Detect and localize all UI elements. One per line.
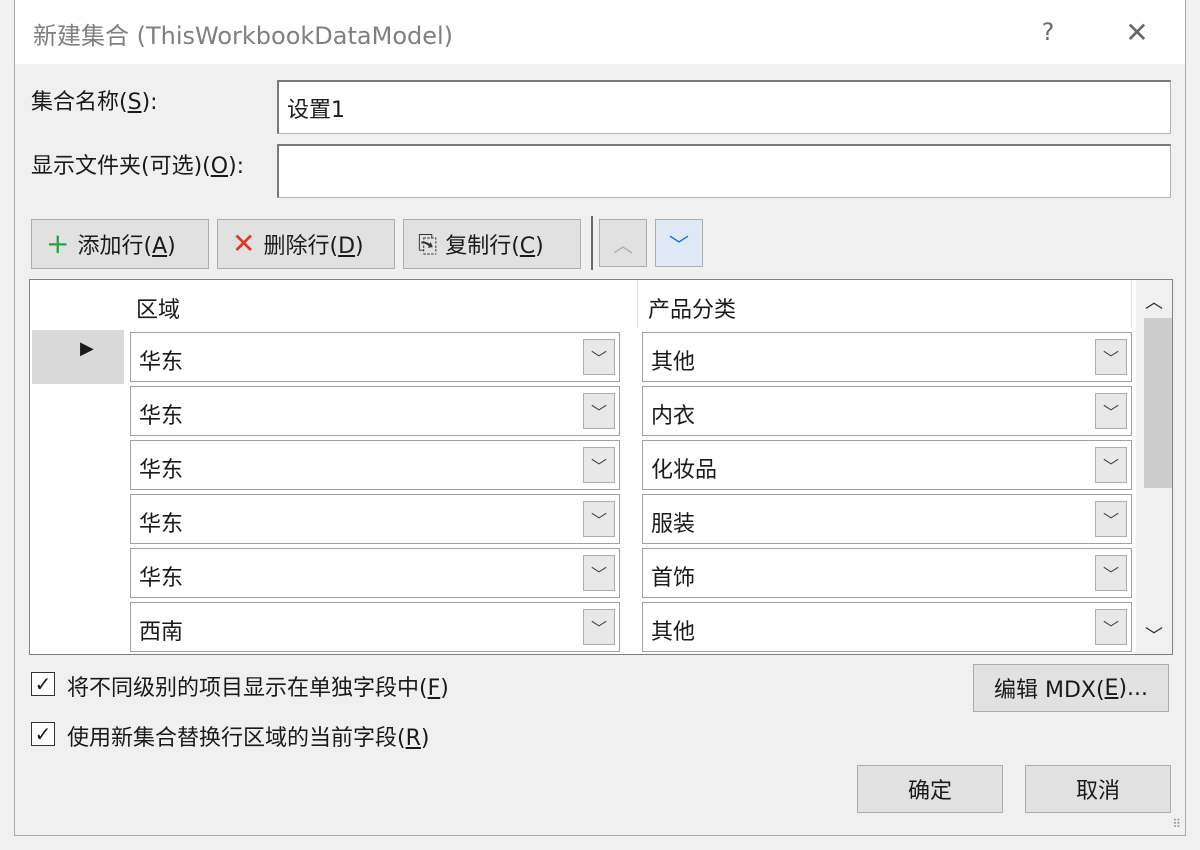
- chevron-down-icon[interactable]: ﹀: [1095, 555, 1127, 591]
- separate-levels-checkbox[interactable]: ✓: [31, 672, 55, 696]
- separate-levels-label[interactable]: 将不同级别的项目显示在单独字段中(F): [67, 670, 449, 702]
- scroll-up-icon[interactable]: ︿: [1136, 284, 1172, 318]
- resize-grip-icon[interactable]: ⠿: [1172, 817, 1181, 831]
- region-value: 华东: [139, 458, 184, 483]
- region-select[interactable]: 华东 ﹀: [130, 332, 620, 382]
- region-value: 华东: [139, 566, 184, 591]
- help-button[interactable]: ?: [1015, 0, 1081, 64]
- move-down-button[interactable]: ﹀: [655, 219, 703, 267]
- chevron-down-icon: ﹀: [669, 232, 689, 257]
- delete-row-label: 删除行(D): [263, 234, 364, 259]
- display-folder-label: 显示文件夹(可选)(O):: [31, 154, 245, 179]
- chevron-down-icon[interactable]: ﹀: [1095, 501, 1127, 537]
- category-select[interactable]: 其他 ﹀: [642, 602, 1132, 652]
- column-header-region: 区域: [126, 280, 638, 328]
- x-icon: ✕: [232, 227, 256, 260]
- vertical-scrollbar[interactable]: ︿ ﹀: [1136, 280, 1172, 654]
- category-select[interactable]: 化妆品 ﹀: [642, 440, 1132, 490]
- ok-button[interactable]: 确定: [857, 765, 1003, 813]
- category-value: 化妆品: [651, 458, 718, 483]
- region-value: 西南: [139, 620, 184, 645]
- window-title: 新建集合 (ThisWorkbookDataModel): [33, 22, 454, 50]
- copy-row-button[interactable]: ⎘ 复制行(C): [403, 219, 581, 269]
- delete-row-button[interactable]: ✕ 删除行(D): [217, 219, 395, 269]
- chevron-down-icon[interactable]: ﹀: [583, 609, 615, 645]
- category-value: 其他: [651, 350, 696, 375]
- edit-mdx-button[interactable]: 编辑 MDX(E)...: [973, 664, 1169, 712]
- chevron-down-icon[interactable]: ﹀: [583, 447, 615, 483]
- category-value: 首饰: [651, 566, 696, 591]
- display-folder-input[interactable]: [277, 144, 1171, 198]
- chevron-down-icon[interactable]: ﹀: [1095, 447, 1127, 483]
- category-select[interactable]: 首饰 ﹀: [642, 548, 1132, 598]
- region-select[interactable]: 华东 ﹀: [130, 440, 620, 490]
- add-row-label: 添加行(A): [77, 234, 176, 259]
- toolbar-separator: [591, 216, 593, 270]
- region-value: 华东: [139, 404, 184, 429]
- cancel-button[interactable]: 取消: [1025, 765, 1171, 813]
- category-select[interactable]: 其他 ﹀: [642, 332, 1132, 382]
- column-header-category: 产品分类: [638, 280, 1132, 328]
- set-name-label: 集合名称(S):: [31, 90, 158, 115]
- chevron-down-icon[interactable]: ﹀: [583, 393, 615, 429]
- scrollbar-thumb[interactable]: [1144, 318, 1172, 488]
- region-select[interactable]: 西南 ﹀: [130, 602, 620, 652]
- category-value: 内衣: [651, 404, 696, 429]
- copy-row-label: 复制行(C): [445, 234, 544, 259]
- chevron-down-icon[interactable]: ﹀: [1095, 609, 1127, 645]
- add-row-button[interactable]: + 添加行(A): [31, 219, 209, 269]
- category-select[interactable]: 内衣 ﹀: [642, 386, 1132, 436]
- move-up-button[interactable]: ︿: [599, 219, 647, 267]
- region-select[interactable]: 华东 ﹀: [130, 494, 620, 544]
- chevron-down-icon[interactable]: ﹀: [583, 339, 615, 375]
- replace-fields-checkbox[interactable]: ✓: [31, 722, 55, 746]
- replace-fields-label[interactable]: 使用新集合替换行区域的当前字段(R): [67, 720, 429, 752]
- region-value: 华东: [139, 350, 184, 375]
- title-bar: 新建集合 (ThisWorkbookDataModel) ? ✕: [15, 0, 1185, 64]
- copy-icon: ⎘: [418, 230, 438, 258]
- close-button[interactable]: ✕: [1103, 0, 1171, 64]
- rows-grid: ▶ 区域 产品分类 华东 ﹀ 其他 ﹀ 华东 ﹀ 内衣 ﹀ 华东 ﹀ 化妆品 ﹀ 华东 ﹀ 服…: [29, 279, 1173, 655]
- region-value: 华东: [139, 512, 184, 537]
- new-set-dialog: 新建集合 (ThisWorkbookDataModel) ? ✕ 集合名称(S)…: [14, 0, 1186, 836]
- category-value: 服装: [651, 512, 696, 537]
- chevron-down-icon[interactable]: ﹀: [583, 501, 615, 537]
- chevron-down-icon[interactable]: ﹀: [1095, 339, 1127, 375]
- chevron-down-icon[interactable]: ﹀: [583, 555, 615, 591]
- region-select[interactable]: 华东 ﹀: [130, 386, 620, 436]
- chevron-up-icon: ︿: [613, 232, 633, 257]
- set-name-input[interactable]: 设置1: [277, 80, 1171, 134]
- category-value: 其他: [651, 620, 696, 645]
- current-row-indicator[interactable]: ▶: [32, 330, 124, 384]
- chevron-down-icon[interactable]: ﹀: [1095, 393, 1127, 429]
- plus-icon: +: [46, 227, 70, 260]
- category-select[interactable]: 服装 ﹀: [642, 494, 1132, 544]
- scroll-down-icon[interactable]: ﹀: [1136, 618, 1172, 652]
- region-select[interactable]: 华东 ﹀: [130, 548, 620, 598]
